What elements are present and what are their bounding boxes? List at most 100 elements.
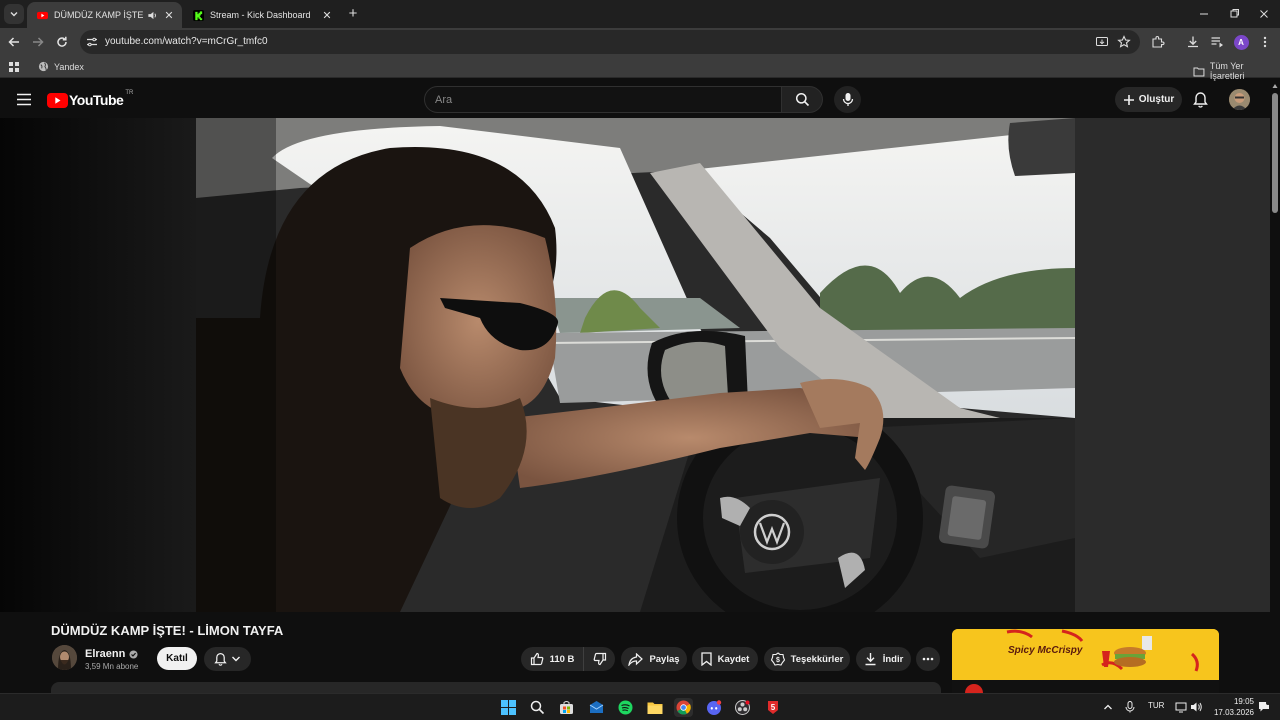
minimize-icon [1200,13,1208,15]
bookmark-yandex[interactable]: Yandex [38,61,84,72]
taskbar-file-explorer[interactable] [645,698,664,717]
volume-icon[interactable] [1190,701,1203,713]
app-red-icon: 5 [767,701,778,714]
media-controls-button[interactable] [1209,34,1225,50]
forward-button[interactable] [30,34,46,50]
create-button[interactable]: Oluştur [1115,87,1182,112]
download-label: İndir [882,653,904,665]
taskbar-app-red[interactable]: 5 [763,698,782,717]
voice-search-button[interactable] [834,86,861,113]
network-icon[interactable] [1175,701,1187,713]
extensions-button[interactable] [1150,34,1166,50]
taskbar-store[interactable] [557,698,576,717]
download-button[interactable]: İndir [856,647,911,671]
microphone-icon[interactable] [1125,701,1135,713]
install-app-icon[interactable] [1095,35,1109,49]
more-actions-button[interactable] [916,647,940,671]
channel-name[interactable]: Elraenn [85,648,138,660]
arrow-right-icon [33,37,44,47]
taskbar-search-button[interactable] [528,698,547,717]
youtube-logo[interactable]: YouTube TR [47,90,133,109]
arrow-left-icon [8,37,19,47]
chrome-menu-button[interactable] [1257,34,1273,50]
file-explorer-icon [647,702,662,714]
search-button[interactable] [782,86,823,113]
windows-taskbar: 5 TUR 19:05 17.03.2026 [0,693,1280,720]
page-scrollbar[interactable] [1270,81,1280,693]
scroll-up-icon[interactable] [1272,83,1278,89]
account-avatar[interactable] [1229,89,1250,110]
more-horizontal-icon [922,657,934,661]
notification-center-icon[interactable] [1258,701,1270,713]
taskbar-discord[interactable] [704,698,723,717]
youtube-play-logo-icon [47,92,68,108]
share-button[interactable]: Paylaş [621,647,687,671]
bookmark-label: Yandex [54,61,84,72]
like-button[interactable]: 110 B [521,647,583,671]
ad-headline: Spicy McCrispy [1008,645,1083,656]
search-box[interactable] [424,86,782,113]
site-info-icon[interactable] [86,36,98,48]
profile-button[interactable]: A [1233,34,1249,50]
restore-button[interactable] [1226,6,1242,22]
speaker-icon[interactable] [147,10,158,21]
discord-icon [706,700,721,715]
notifications-bell-icon[interactable] [1193,91,1208,108]
close-window-button[interactable] [1256,6,1272,22]
save-button[interactable]: Kaydet [692,647,758,671]
obs-icon [735,700,750,715]
input-language[interactable]: TUR [1148,701,1164,710]
clock[interactable]: 19:05 17.03.2026 [1208,696,1254,718]
downloads-button[interactable] [1185,34,1201,50]
sidebar-ad[interactable]: Spicy McCrispy [952,629,1219,693]
reload-button[interactable] [54,34,70,50]
back-button[interactable] [6,34,22,50]
super-thanks-icon: $ [770,652,785,666]
subscribe-notification-button[interactable] [204,647,251,671]
all-bookmarks-label: Tüm Yer İşaretleri [1209,61,1245,81]
svg-text:$: $ [776,657,780,664]
tab-search-button[interactable] [4,4,24,24]
video-player[interactable] [0,118,1270,612]
profile-avatar: A [1233,34,1249,50]
youtube-logo-text: YouTube [69,92,124,108]
thanks-button[interactable]: $ Teşekkürler [764,647,850,671]
taskbar-obs[interactable] [733,698,752,717]
close-tab-icon[interactable]: ✕ [320,8,334,22]
description-box[interactable] [51,682,941,693]
join-button[interactable]: Katıl [157,647,197,670]
scroll-thumb[interactable] [1272,93,1278,213]
apps-grid-icon[interactable] [8,61,20,73]
tray-chevron-up-icon[interactable] [1103,703,1113,711]
address-bar[interactable]: youtube.com/watch?v=mCrGr_tmfc0 [80,30,1140,54]
thumbs-down-icon [593,652,606,666]
verified-badge-icon [129,649,138,659]
taskbar-mail[interactable] [587,698,606,717]
taskbar-chrome[interactable] [674,698,693,717]
windows-start-icon [501,700,516,715]
reload-icon [57,36,67,47]
close-icon [1260,10,1268,18]
channel-avatar[interactable] [52,645,77,670]
bookmarks-bar: Yandex Tüm Yer İşaretleri [0,56,1280,81]
hamburger-menu-icon[interactable] [16,93,32,106]
close-tab-icon[interactable]: ✕ [162,8,176,22]
start-button[interactable] [499,698,518,717]
share-arrow-icon [628,652,644,666]
search-input[interactable] [425,87,781,112]
thanks-label: Teşekkürler [790,653,844,665]
channel-photo-icon [52,645,77,670]
tab-kick-dashboard[interactable]: Stream - Kick Dashboard ✕ [183,2,340,28]
minimize-button[interactable] [1196,6,1212,22]
like-count: 110 B [549,653,575,665]
bell-icon [214,653,227,666]
tab-youtube[interactable]: DÜMDÜZ KAMP İŞTE! - LİMON TAYFA ✕ [27,2,182,28]
new-tab-button[interactable]: + [345,6,361,22]
dislike-button[interactable] [583,647,615,671]
ad-banner-art [952,629,1219,680]
all-bookmarks-button[interactable]: Tüm Yer İşaretleri [1193,61,1280,81]
taskbar-spotify[interactable] [616,698,635,717]
bookmark-star-icon[interactable] [1117,35,1131,49]
tab-title: Stream - Kick Dashboard [210,10,311,20]
video-frame [0,118,1270,612]
